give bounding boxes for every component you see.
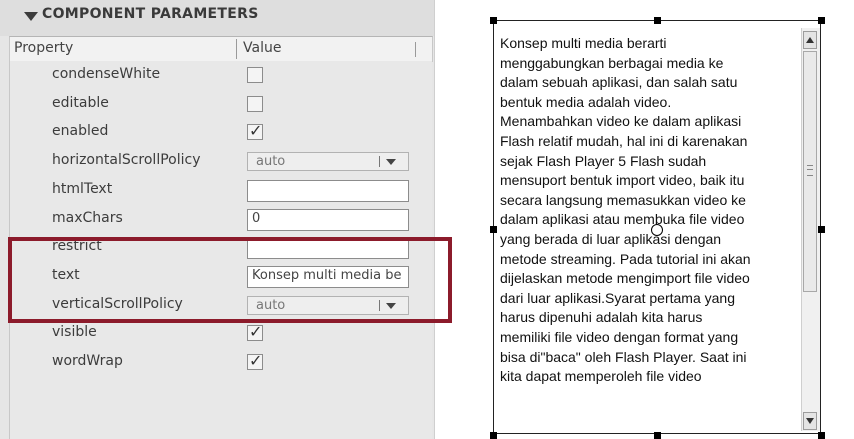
parameter-row[interactable]: enabled ✓ [10, 118, 432, 147]
checkmark-icon: ✓ [249, 351, 263, 370]
parameter-label: condenseWhite [52, 66, 161, 82]
checkbox[interactable] [247, 95, 263, 112]
text-line: Konsep multi media berarti [500, 35, 667, 51]
parameter-label: wordWrap [52, 353, 123, 369]
parameter-row[interactable]: htmlText [10, 176, 432, 205]
panel-header[interactable]: COMPONENT PARAMETERS [0, 0, 434, 36]
component-parameters-panel: COMPONENT PARAMETERS Property Value cond… [0, 0, 452, 439]
text-line: menggabungkan berbagai media ke [500, 54, 724, 71]
dropdown-separator [379, 156, 380, 168]
text-line: Flash relatif mudah, hal ini di karenaka… [500, 132, 748, 149]
column-divider[interactable] [236, 39, 237, 59]
parameter-label: enabled [52, 123, 109, 140]
textarea-content[interactable]: Konsep multi media berarti menggabungkan … [500, 34, 792, 387]
parameter-label: visible [52, 324, 97, 341]
text-input[interactable]: 0 [247, 208, 409, 231]
selection-handle-bottom-center[interactable] [654, 432, 661, 439]
dropdown-value: auto [256, 154, 286, 170]
scrollbar-grip-icon [807, 165, 813, 176]
text-line: yang berada di luar aplikasi dengan [500, 230, 722, 247]
chevron-down-icon[interactable] [386, 159, 396, 166]
highlight-box [8, 237, 452, 323]
parameter-row[interactable]: editable [10, 90, 432, 119]
text-input[interactable] [247, 179, 409, 202]
parameter-row[interactable]: visible ✓ [10, 319, 432, 348]
selection-handle-top-left[interactable] [490, 17, 497, 24]
checkbox[interactable] [247, 67, 263, 83]
parameter-label: htmlText [52, 180, 113, 197]
selection-handle-middle-left[interactable] [490, 226, 497, 233]
text-line: kita dapat memperoleh file video [500, 368, 702, 385]
checkbox[interactable]: ✓ [247, 351, 263, 370]
parameter-row[interactable]: maxChars 0 [10, 205, 432, 234]
parameter-row[interactable]: horizontalScrollPolicy auto [10, 147, 432, 176]
text-line: sejak Flash Player 5 Flash sudah [500, 152, 707, 169]
dropdown-select[interactable]: auto [247, 152, 409, 172]
text-line: metode streaming. Pada tutorial ini akan [500, 250, 751, 267]
selection-handle-top-right[interactable] [818, 17, 825, 24]
checkmark-icon: ✓ [249, 322, 263, 342]
text-line: bentuk media adalah video. [500, 93, 672, 110]
parameter-row[interactable]: wordWrap ✓ [10, 348, 432, 377]
value-column-header[interactable]: Value [243, 40, 281, 56]
text-line: bisa di"baca" oleh Flash Player. Saat in… [500, 348, 747, 365]
checkbox[interactable]: ✓ [247, 322, 263, 342]
text-line: secara langsung memasukkan video ke [500, 191, 746, 208]
selection-handle-top-center[interactable] [654, 17, 661, 24]
text-line: Menambahkan video ke dalam aplikasi [500, 113, 742, 130]
parameter-label: editable [52, 94, 109, 111]
property-column-header[interactable]: Property [14, 40, 73, 56]
collapse-triangle-icon[interactable] [24, 12, 38, 21]
text-line: mensuport bentuk import video, baik itu [500, 172, 745, 189]
checkmark-icon: ✓ [249, 121, 263, 141]
panel-title: COMPONENT PARAMETERS [42, 6, 259, 22]
text-line: dari luar aplikasi.Syarat pertama yang [500, 289, 736, 306]
selection-handle-bottom-right[interactable] [818, 432, 825, 439]
parameter-label: horizontalScrollPolicy [52, 152, 201, 169]
text-line: memiliki file video dengan format yang [500, 328, 739, 345]
selection-handle-bottom-left[interactable] [490, 432, 497, 439]
registration-point-icon [651, 224, 663, 236]
column-divider-end [415, 42, 416, 57]
text-line: harus dipenuhi adalah kita harus [500, 309, 703, 326]
parameter-label: maxChars [52, 209, 123, 226]
text-line: dalam aplikasi atau membuka file video [500, 211, 745, 228]
parameters-table-header: Property Value [9, 36, 433, 62]
parameter-row[interactable]: condenseWhite [10, 61, 432, 90]
scroll-down-arrow-icon[interactable] [803, 412, 817, 430]
checkbox[interactable]: ✓ [247, 121, 263, 141]
scroll-up-arrow-icon[interactable] [803, 31, 817, 49]
text-line: dijelaskan metode mengimport file video [500, 270, 750, 287]
text-line: dalam sebuah aplikasi, dan salah satu [500, 74, 738, 91]
selection-handle-middle-right[interactable] [818, 226, 825, 233]
